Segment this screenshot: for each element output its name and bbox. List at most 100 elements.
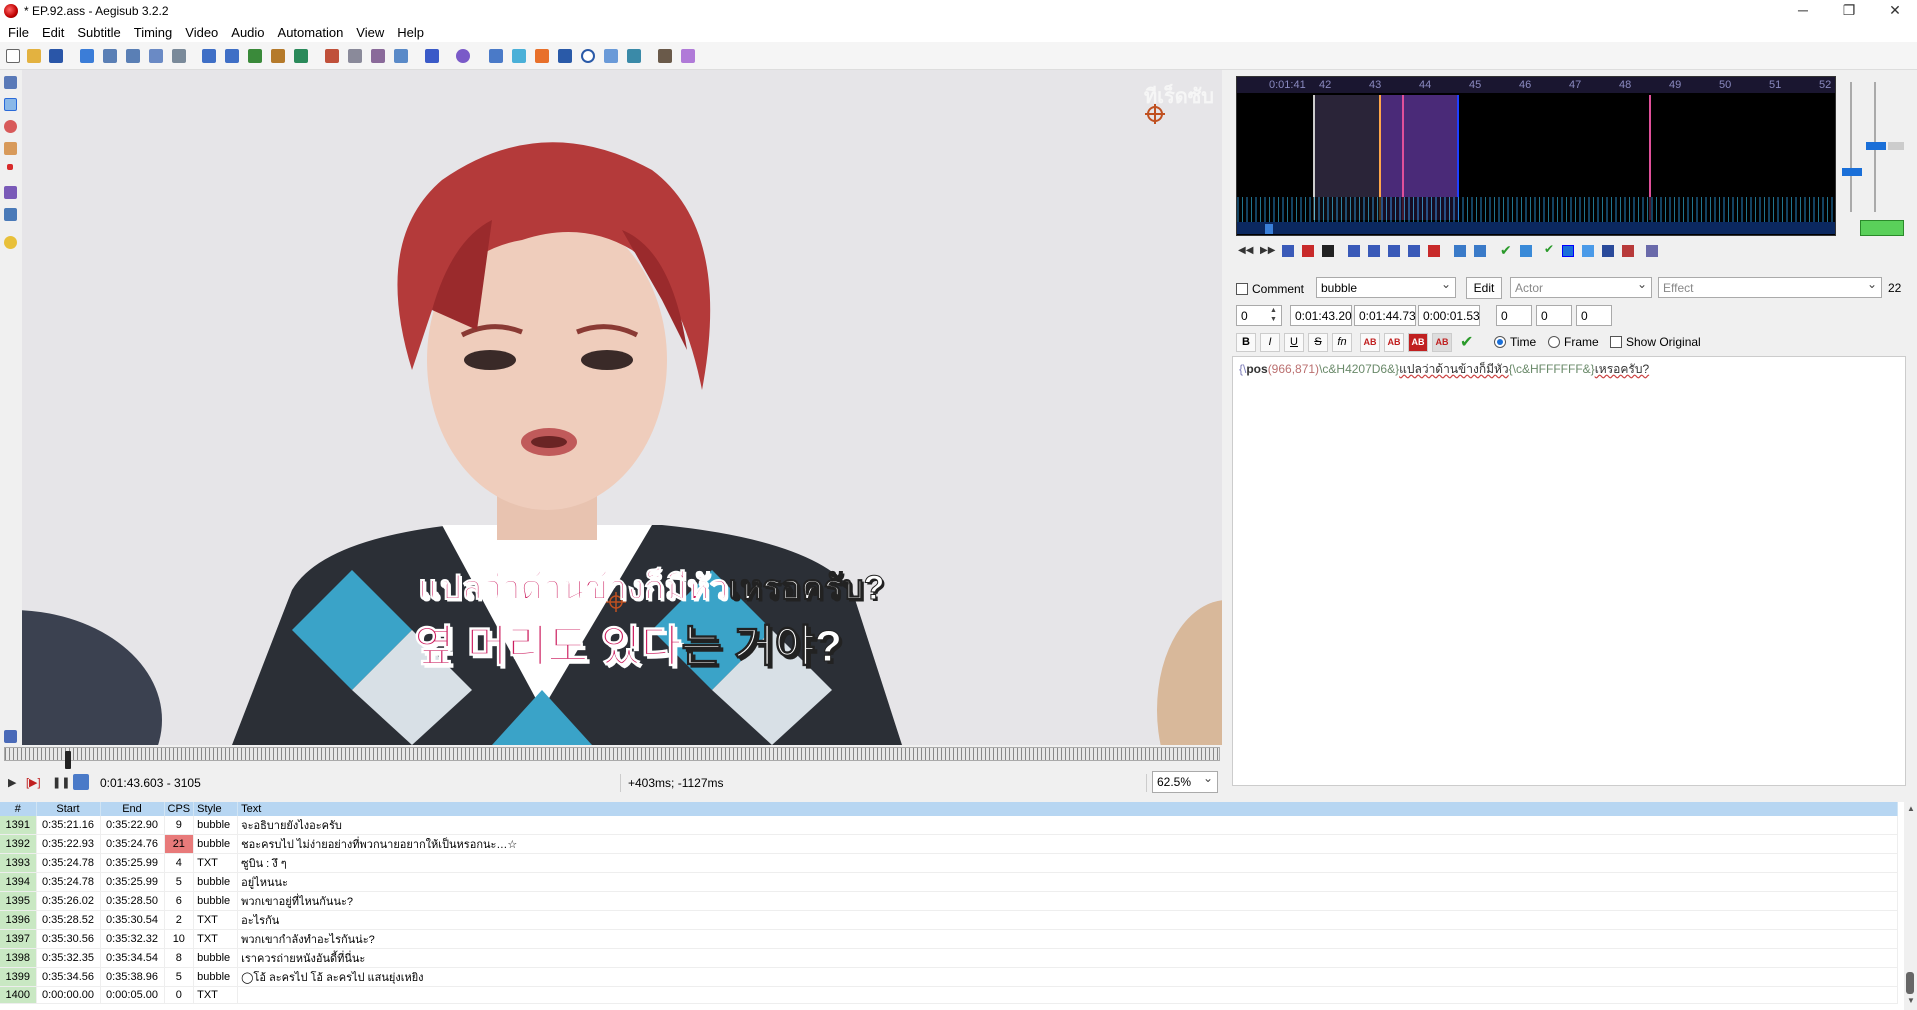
table-row[interactable]: 1399 0:35:34.56 0:35:38.96 5 bubble ◯โอ้ ละคร…: [0, 967, 1899, 987]
stop-audio-icon[interactable]: [1322, 245, 1334, 257]
grid-scroll-thumb[interactable]: [1906, 972, 1914, 994]
play-current-line-icon[interactable]: [1302, 245, 1314, 257]
kanji-timer-icon[interactable]: [371, 49, 385, 63]
translation-assistant-icon[interactable]: [394, 49, 408, 63]
automation-icon[interactable]: [425, 49, 439, 63]
scroll-up-icon[interactable]: ▲: [1907, 804, 1915, 813]
menu-timing[interactable]: Timing: [126, 22, 178, 40]
secondary-color-button[interactable]: AB: [1384, 333, 1404, 352]
strikeout-button[interactable]: S: [1308, 333, 1328, 352]
fps-icon[interactable]: [535, 49, 549, 63]
col-number[interactable]: #: [0, 802, 37, 816]
comment-checkbox[interactable]: [1236, 283, 1248, 295]
video-display[interactable]: ทีเร็ดซับ แปลว่าด้านข้างก็มีหัวเหรอครับ?…: [22, 70, 1222, 745]
help-icon[interactable]: [4, 236, 17, 249]
layer-spinner-arrows-icon[interactable]: ▲ ▼: [1270, 306, 1277, 324]
snap-end-icon[interactable]: [512, 49, 526, 63]
outline-color-button[interactable]: AB: [1408, 333, 1428, 352]
audio-link-toggle[interactable]: [1860, 220, 1904, 236]
col-text[interactable]: Text: [237, 802, 1899, 816]
snap-start-icon[interactable]: [489, 49, 503, 63]
underline-button[interactable]: U: [1284, 333, 1304, 352]
copy-icon[interactable]: [149, 49, 163, 63]
table-row[interactable]: 1391 0:35:21.16 0:35:22.90 9 bubble จะอธิบายย…: [0, 816, 1899, 835]
rotate-xy-icon[interactable]: [4, 142, 17, 155]
timing-options-icon[interactable]: [1646, 245, 1658, 257]
auto-scroll-icon[interactable]: [1582, 245, 1594, 257]
table-row[interactable]: 1400 0:00:00.00 0:00:05.00 0 TXT: [0, 986, 1899, 1004]
col-end[interactable]: End: [100, 802, 165, 816]
show-original-checkbox[interactable]: [1610, 336, 1622, 348]
play-to-end-icon[interactable]: [1428, 245, 1440, 257]
close-button[interactable]: ✕: [1872, 0, 1917, 22]
audio-spectrum-display[interactable]: 0:01:41 42 43 44 45 46 47 48 49 50 51 52: [1236, 76, 1836, 236]
menu-help[interactable]: Help: [389, 22, 429, 40]
scroll-down-icon[interactable]: ▼: [1907, 996, 1915, 1005]
table-row[interactable]: 1394 0:35:24.78 0:35:25.99 5 bubble อยู่ไหนนะ: [0, 872, 1899, 892]
options-icon[interactable]: [658, 49, 672, 63]
resample-icon[interactable]: [271, 49, 285, 63]
subtitle-text-editor[interactable]: {\pos(966,871)\c&H4207D6&}แปลว่าด้านข้าง…: [1232, 356, 1906, 786]
karaoke-icon[interactable]: [1622, 245, 1634, 257]
shadow-color-button[interactable]: AB: [1432, 333, 1452, 352]
duration-field[interactable]: 0:00:01.53: [1418, 305, 1480, 326]
next-line-icon[interactable]: ▶▶: [1260, 245, 1275, 257]
stop-icon[interactable]: [558, 49, 572, 63]
grid-scrollbar[interactable]: ▲ ▼: [1904, 802, 1917, 1010]
menu-view[interactable]: View: [348, 22, 389, 40]
table-row[interactable]: 1393 0:35:24.78 0:35:25.99 4 TXT ซูบิน : งึ ๆ: [0, 853, 1899, 873]
edit-style-button[interactable]: Edit: [1466, 277, 1502, 299]
video-zoom-select[interactable]: 62.5%: [1152, 771, 1218, 793]
open-file-icon[interactable]: [27, 49, 41, 63]
effect-select[interactable]: Effect: [1658, 277, 1882, 298]
table-row[interactable]: 1396 0:35:28.52 0:35:30.54 2 TXT อะไรกัน: [0, 910, 1899, 930]
macro-icon[interactable]: [681, 49, 695, 63]
fonts-collector-icon[interactable]: [248, 49, 262, 63]
select-lines-icon[interactable]: [604, 49, 618, 63]
auto-next-icon[interactable]: [1562, 245, 1574, 257]
col-style[interactable]: Style: [193, 802, 239, 816]
timing-postprocessor-icon[interactable]: [325, 49, 339, 63]
play-before-icon[interactable]: [1348, 245, 1360, 257]
paste-icon[interactable]: [172, 49, 186, 63]
maximize-button[interactable]: ❐: [1826, 0, 1872, 22]
margin-left-field[interactable]: 0: [1496, 305, 1532, 326]
menu-subtitle[interactable]: Subtitle: [69, 22, 125, 40]
menu-file[interactable]: File: [0, 22, 34, 40]
properties-icon[interactable]: [202, 49, 216, 63]
prev-line-icon[interactable]: ◀◀: [1238, 245, 1253, 257]
table-row[interactable]: 1398 0:35:32.35 0:35:34.54 8 bubble เราควรถ่า…: [0, 948, 1899, 968]
actor-select[interactable]: Actor: [1510, 277, 1652, 298]
rotate-z-icon[interactable]: [4, 120, 17, 133]
new-file-icon[interactable]: [6, 49, 20, 63]
play-start-icon[interactable]: [1368, 245, 1380, 257]
audio-scrollbar[interactable]: [1237, 222, 1835, 234]
scale-icon[interactable]: [7, 164, 13, 170]
commit-check-icon[interactable]: ✔: [1460, 332, 1473, 352]
lead-out-icon[interactable]: [1474, 245, 1486, 257]
video-seek-slider[interactable]: [4, 747, 1220, 761]
margin-right-field[interactable]: 0: [1536, 305, 1572, 326]
play-icon[interactable]: ▶: [8, 776, 16, 789]
spectrum-mode-icon[interactable]: [1602, 245, 1614, 257]
play-line-icon[interactable]: [▶]: [26, 776, 41, 789]
clip-rect-icon[interactable]: [4, 186, 17, 199]
bold-button[interactable]: B: [1236, 333, 1256, 352]
goto-selection-icon[interactable]: [1520, 245, 1532, 257]
table-row[interactable]: 1395 0:35:26.02 0:35:28.50 6 bubble พวกเขาอยู…: [0, 891, 1899, 911]
audio-zoom-slider[interactable]: [1842, 168, 1862, 176]
seek-slider-thumb[interactable]: [64, 751, 71, 769]
col-cps[interactable]: CPS: [164, 802, 195, 816]
start-time-field[interactable]: 0:01:43.20: [1290, 305, 1352, 326]
menu-edit[interactable]: Edit: [34, 22, 69, 40]
style-select[interactable]: bubble: [1316, 277, 1456, 298]
shift-times-icon[interactable]: [348, 49, 362, 63]
time-radio[interactable]: [1494, 336, 1506, 348]
check-icon[interactable]: [627, 49, 641, 63]
save-file-icon[interactable]: [49, 49, 63, 63]
table-row[interactable]: 1397 0:35:30.56 0:35:32.32 10 TXT พวกเขากำลัง…: [0, 929, 1899, 949]
play-after-icon[interactable]: [1408, 245, 1420, 257]
vector-clip-icon[interactable]: [4, 208, 17, 221]
end-time-field[interactable]: 0:01:44.73: [1354, 305, 1416, 326]
volume-icon[interactable]: [4, 730, 17, 743]
